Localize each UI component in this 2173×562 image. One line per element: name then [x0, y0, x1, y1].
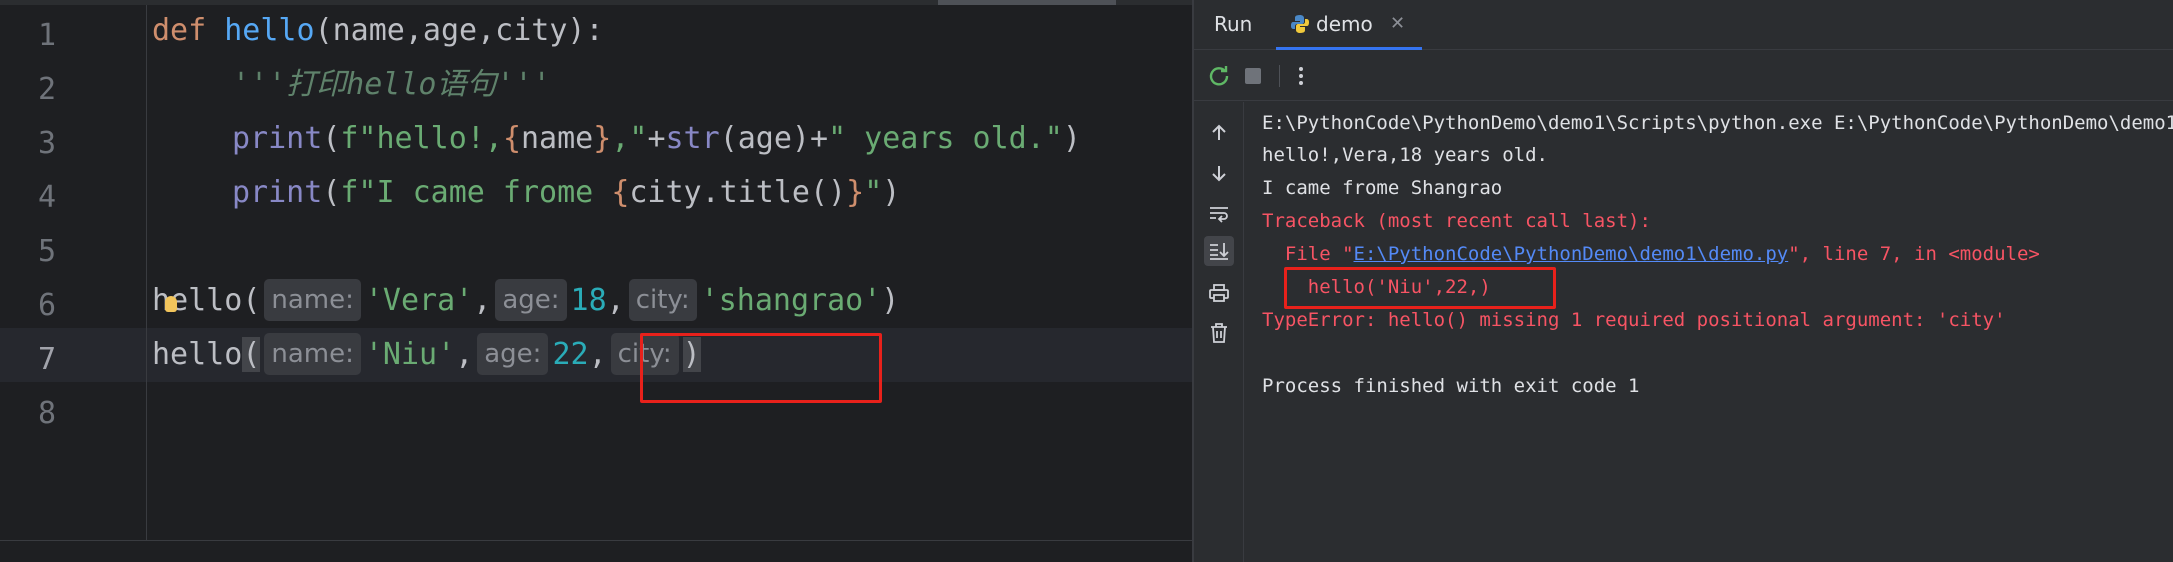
- code-editor[interactable]: 1 2 3 4 5 6 7 8 def hello(name,age,city)…: [0, 0, 1192, 562]
- console-output-line: I came frome Shangrao: [1262, 177, 1503, 199]
- brace: }: [593, 121, 612, 156]
- arg-name: 'Vera': [364, 283, 474, 318]
- arg-city: 'shangrao': [700, 283, 882, 318]
- function-call: hello: [152, 337, 243, 372]
- trash-icon[interactable]: [1204, 318, 1234, 348]
- run-panel: Run demo ✕ E:\PythonCode\PythonDemo\demo…: [1194, 0, 2173, 562]
- code-line-4[interactable]: print(f"I came frome {city.title()}"): [232, 166, 900, 220]
- traceback-header: Traceback (most recent call last):: [1262, 210, 1651, 232]
- python-icon: [1291, 15, 1309, 33]
- annotation-box-traceback: [1284, 267, 1556, 309]
- console-side-toolbar: [1194, 102, 1244, 562]
- traceback-text: ", line 7, in <module>: [1788, 243, 2040, 265]
- line-number: 6: [37, 288, 56, 323]
- more-icon[interactable]: [1288, 63, 1314, 89]
- code-line-3[interactable]: print(f"hello!,{name},"+str(age)+" years…: [232, 112, 1081, 166]
- operator: +: [647, 121, 666, 156]
- line-number: 1: [37, 18, 56, 53]
- run-title: Run: [1214, 12, 1253, 36]
- traceback-text: File ": [1262, 243, 1354, 265]
- line-number-current: 7: [37, 342, 56, 377]
- arg-age: 22: [552, 337, 589, 372]
- comma: ,: [455, 337, 474, 372]
- line-number: 8: [37, 396, 56, 431]
- scroll-to-end-icon[interactable]: [1204, 236, 1234, 266]
- fstring: ": [864, 175, 883, 210]
- code-line-6[interactable]: hello(name: 'Vera', age: 18, city:'shangrao'…: [152, 274, 899, 328]
- line-number: 2: [37, 72, 56, 107]
- close-icon[interactable]: ✕: [1390, 10, 1405, 38]
- builtin-print: print: [232, 175, 323, 210]
- comma: ,: [606, 283, 625, 318]
- line-number: 5: [37, 234, 56, 269]
- fstring: f"hello!,: [340, 121, 503, 156]
- stop-icon[interactable]: [1240, 63, 1266, 89]
- traceback-file-line: File "E:\PythonCode\PythonDemo\demo1\dem…: [1262, 239, 2040, 269]
- fstring: ,": [611, 121, 648, 156]
- code-line-2[interactable]: '''打印hello语句''': [232, 58, 551, 112]
- tab-demo-label: demo: [1316, 12, 1373, 36]
- params: (name,age,city):: [314, 13, 604, 48]
- keyword: def: [152, 13, 207, 48]
- lightbulb-icon[interactable]: [165, 296, 177, 312]
- param-hint-age: age:: [495, 279, 567, 321]
- expression: city.title(): [629, 175, 847, 210]
- comma: ,: [588, 337, 607, 372]
- paren: ): [882, 175, 901, 210]
- comma: ,: [473, 283, 492, 318]
- console-output[interactable]: E:\PythonCode\PythonDemo\demo1\Scripts\p…: [1262, 108, 2173, 548]
- paren: (: [242, 283, 261, 318]
- error-message: TypeError: hello() missing 1 required po…: [1262, 309, 2006, 331]
- arg-name: 'Niu': [364, 337, 456, 372]
- brace: {: [611, 175, 630, 210]
- scroll-down-icon[interactable]: [1204, 158, 1234, 188]
- arg-age: 18: [570, 283, 607, 318]
- tab-demo[interactable]: demo ✕: [1276, 0, 1422, 50]
- process-exit-line: Process finished with exit code 1: [1262, 375, 1640, 397]
- paren: (: [322, 175, 341, 210]
- file-link[interactable]: E:\PythonCode\PythonDemo\demo1\demo.py: [1354, 243, 1789, 265]
- param-hint-name: name:: [264, 333, 361, 375]
- fstring: f"I came frome: [340, 175, 612, 210]
- paren: ): [1062, 121, 1081, 156]
- function-call: ello: [170, 283, 243, 318]
- string: " years old.": [828, 121, 1063, 156]
- scroll-up-icon[interactable]: [1204, 118, 1234, 148]
- run-tab-bar: Run demo ✕: [1194, 0, 2173, 50]
- soft-wrap-icon[interactable]: [1204, 198, 1234, 228]
- param-hint-name: name:: [264, 279, 361, 321]
- code-line-1[interactable]: def hello(name,age,city):: [152, 4, 604, 58]
- line-number: 3: [37, 126, 56, 161]
- brace: {: [502, 121, 521, 156]
- function-name: hello: [224, 13, 315, 48]
- print-icon[interactable]: [1204, 278, 1234, 308]
- editor-horizontal-scrollbar[interactable]: [0, 540, 1192, 562]
- call: (age): [719, 121, 810, 156]
- brace: }: [846, 175, 865, 210]
- paren: (: [322, 121, 341, 156]
- param-hint-age: age:: [477, 333, 549, 375]
- toolbar-separator: [1279, 65, 1280, 87]
- line-number-gutter: 1 2 3 4 5 6 7 8: [0, 5, 147, 540]
- console-output-line: hello!,Vera,18 years old.: [1262, 144, 1548, 166]
- builtin-str: str: [665, 121, 720, 156]
- code-line-7[interactable]: hello(name: 'Niu', age: 22, city:): [152, 328, 701, 382]
- annotation-box-missing-arg: [640, 333, 882, 403]
- line-number: 4: [37, 180, 56, 215]
- editor-scroll-thumb[interactable]: [938, 0, 1116, 5]
- console-command-line: E:\PythonCode\PythonDemo\demo1\Scripts\p…: [1262, 112, 2173, 134]
- variable: name: [521, 121, 594, 156]
- operator: +: [810, 121, 829, 156]
- docstring: '''打印hello语句''': [232, 67, 551, 102]
- builtin-print: print: [232, 121, 323, 156]
- rerun-icon[interactable]: [1206, 63, 1232, 89]
- paren: ): [881, 283, 900, 318]
- param-hint-city: city:: [628, 279, 697, 321]
- run-toolbar: [1194, 51, 2173, 101]
- paren-match: (: [242, 337, 261, 372]
